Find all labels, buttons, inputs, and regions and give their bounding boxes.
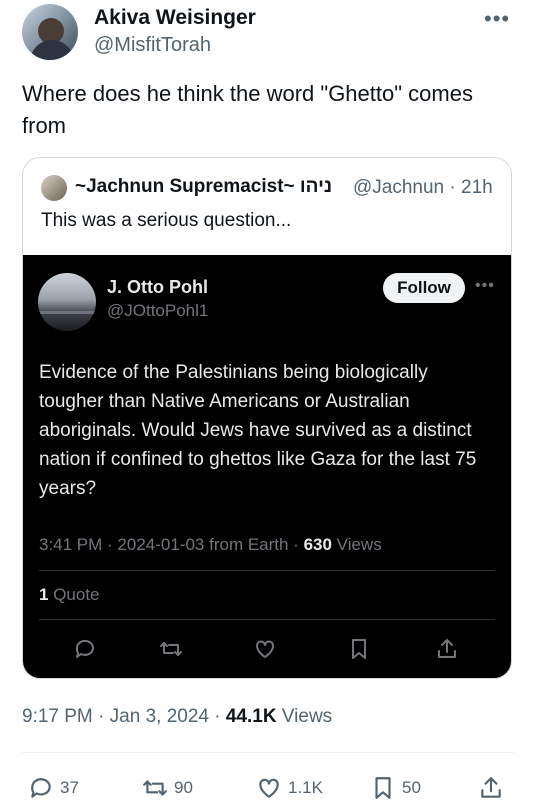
embedded-views-count: 630: [303, 535, 332, 554]
quoted-tweet-text: This was a serious question...: [41, 210, 292, 231]
embedded-like-icon: [253, 637, 277, 661]
repost-button[interactable]: 90: [142, 774, 193, 802]
timestamp[interactable]: 9:17 PM: [22, 706, 93, 727]
quoted-author-handle: @Jachnun · 21h: [353, 177, 493, 198]
views-label: Views: [281, 706, 333, 727]
embedded-repost-icon: [159, 637, 183, 661]
embedded-timestamp: 3:41 PM · 2024-01-03 from Earth ·: [39, 535, 304, 554]
author-name[interactable]: Akiva Weisinger: [94, 6, 256, 30]
divider: [39, 619, 495, 620]
embedded-author-name: J. Otto Pohl: [107, 277, 208, 297]
author-handle[interactable]: @MisfitTorah: [94, 34, 211, 57]
quoted-author-avatar: [41, 175, 67, 201]
like-count: 1.1K: [288, 778, 323, 797]
divider: [22, 752, 514, 753]
date[interactable]: Jan 3, 2024: [110, 706, 209, 727]
embedded-tweet-text: Evidence of the Palestinians being biolo…: [39, 362, 477, 499]
embedded-tweet-meta: 3:41 PM · 2024-01-03 from Earth · 630 Vi…: [39, 535, 382, 555]
share-icon: [481, 777, 501, 798]
views-count: 44.1K: [225, 706, 277, 727]
embedded-author-avatar: [38, 273, 96, 331]
embedded-views-label: Views: [331, 535, 382, 554]
repost-icon: [143, 780, 167, 796]
quoted-author-name: ~Jachnun Supremacist~ ניהו: [75, 176, 333, 197]
divider: [39, 570, 495, 571]
embedded-screenshot: J. Otto Pohl @JOttoPohl1 Follow ••• Evid…: [23, 255, 511, 678]
bookmark-icon: [375, 777, 391, 799]
share-button[interactable]: [478, 774, 510, 802]
quoted-tweet[interactable]: ~Jachnun Supremacist~ ניהו @Jachnun · 21…: [22, 157, 512, 679]
like-icon: [259, 778, 279, 798]
repost-count: 90: [174, 778, 193, 797]
embedded-bookmark-icon: [347, 637, 371, 661]
embedded-more-icon: •••: [475, 277, 495, 294]
bookmark-button[interactable]: 50: [370, 774, 421, 802]
tweet-meta: 9:17 PM · Jan 3, 2024 · 44.1K Views: [22, 706, 333, 727]
embedded-quote-label: Quote: [48, 585, 100, 604]
more-icon[interactable]: •••: [484, 6, 510, 32]
embedded-reply-icon: [73, 637, 97, 661]
reply-icon: [31, 778, 51, 798]
like-button[interactable]: 1.1K: [256, 774, 323, 802]
embedded-author-handle: @JOttoPohl1: [107, 301, 209, 320]
embedded-quote-count: 1 Quote: [39, 585, 100, 605]
author-avatar[interactable]: [22, 4, 78, 60]
embedded-share-icon: [435, 637, 459, 661]
reply-count: 37: [60, 778, 79, 797]
bookmark-count: 50: [402, 778, 421, 797]
follow-button: Follow: [383, 273, 465, 303]
reply-button[interactable]: 37: [28, 774, 79, 802]
tweet-text: Where does he think the word "Ghetto" co…: [22, 81, 473, 138]
